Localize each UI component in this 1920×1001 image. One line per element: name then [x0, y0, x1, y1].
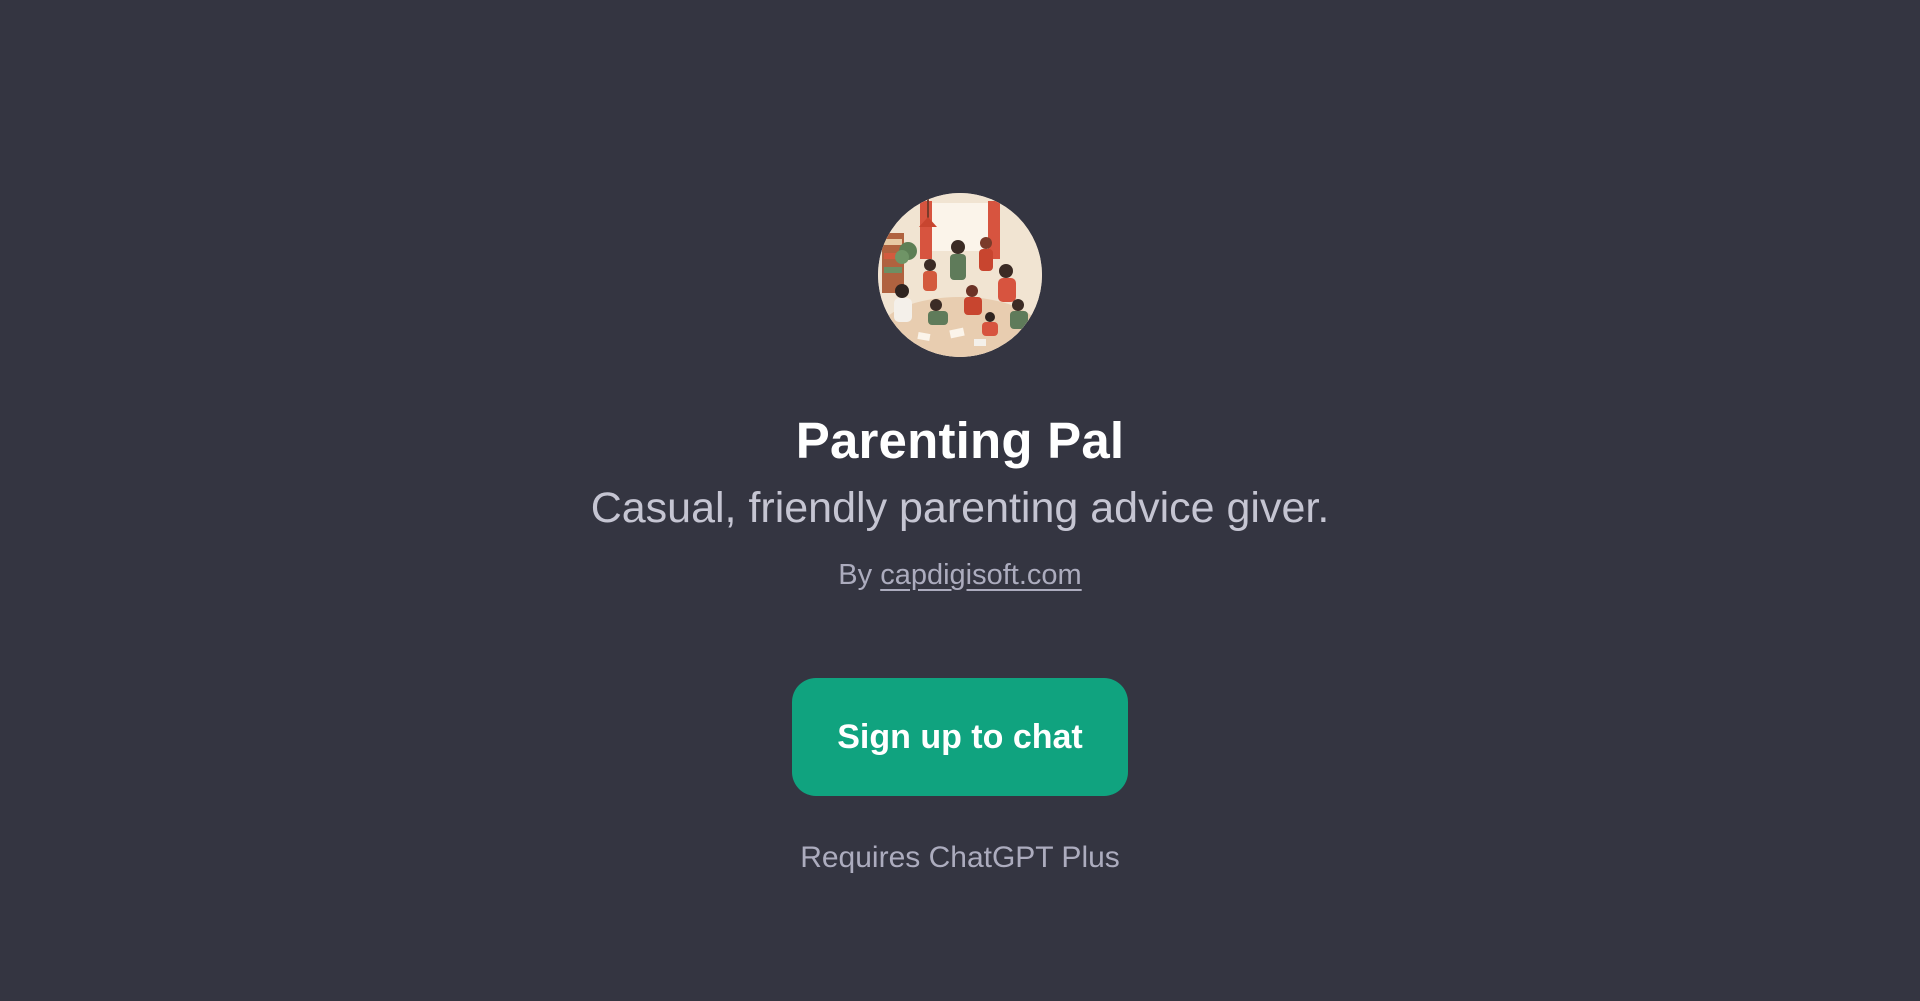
- sign-up-button[interactable]: Sign up to chat: [792, 678, 1128, 796]
- byline-prefix: By: [838, 559, 881, 591]
- gpt-avatar: [878, 193, 1042, 357]
- gpt-title: Parenting Pal: [795, 412, 1125, 469]
- author-link[interactable]: capdigisoft.com: [880, 559, 1082, 591]
- byline: By capdigisoft.com: [0, 555, 1920, 595]
- gpt-landing-page: Parenting Pal Casual, friendly parenting…: [0, 0, 1920, 1001]
- gpt-description: Casual, friendly parenting advice giver.: [590, 484, 1330, 532]
- requirement-note: Requires ChatGPT Plus: [800, 841, 1120, 874]
- family-illustration-icon: [878, 193, 1042, 357]
